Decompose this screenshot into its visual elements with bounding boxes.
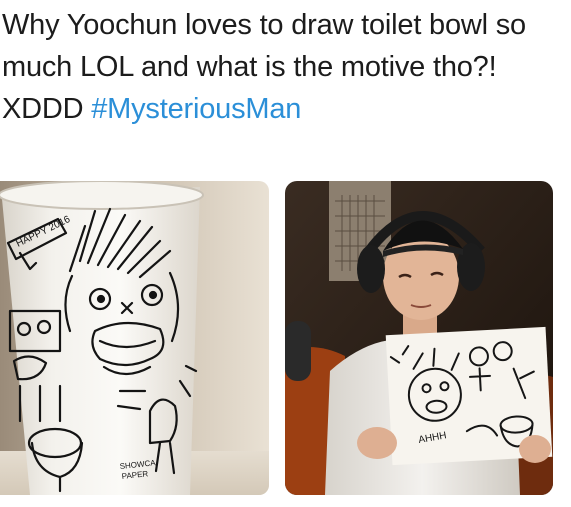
photo-cup-drawing[interactable]: HAPPY 2016 SHOWCA PAPER bbox=[0, 181, 269, 495]
photo-person-holding-drawing[interactable]: AHHH bbox=[285, 181, 553, 495]
tweet-text: Why Yoochun loves to draw toilet bowl so… bbox=[2, 4, 562, 130]
person-photo-illustration: AHHH bbox=[285, 181, 553, 495]
cup-photo-illustration: HAPPY 2016 SHOWCA PAPER bbox=[0, 181, 269, 495]
hashtag-link[interactable]: #MysteriousMan bbox=[91, 93, 301, 125]
